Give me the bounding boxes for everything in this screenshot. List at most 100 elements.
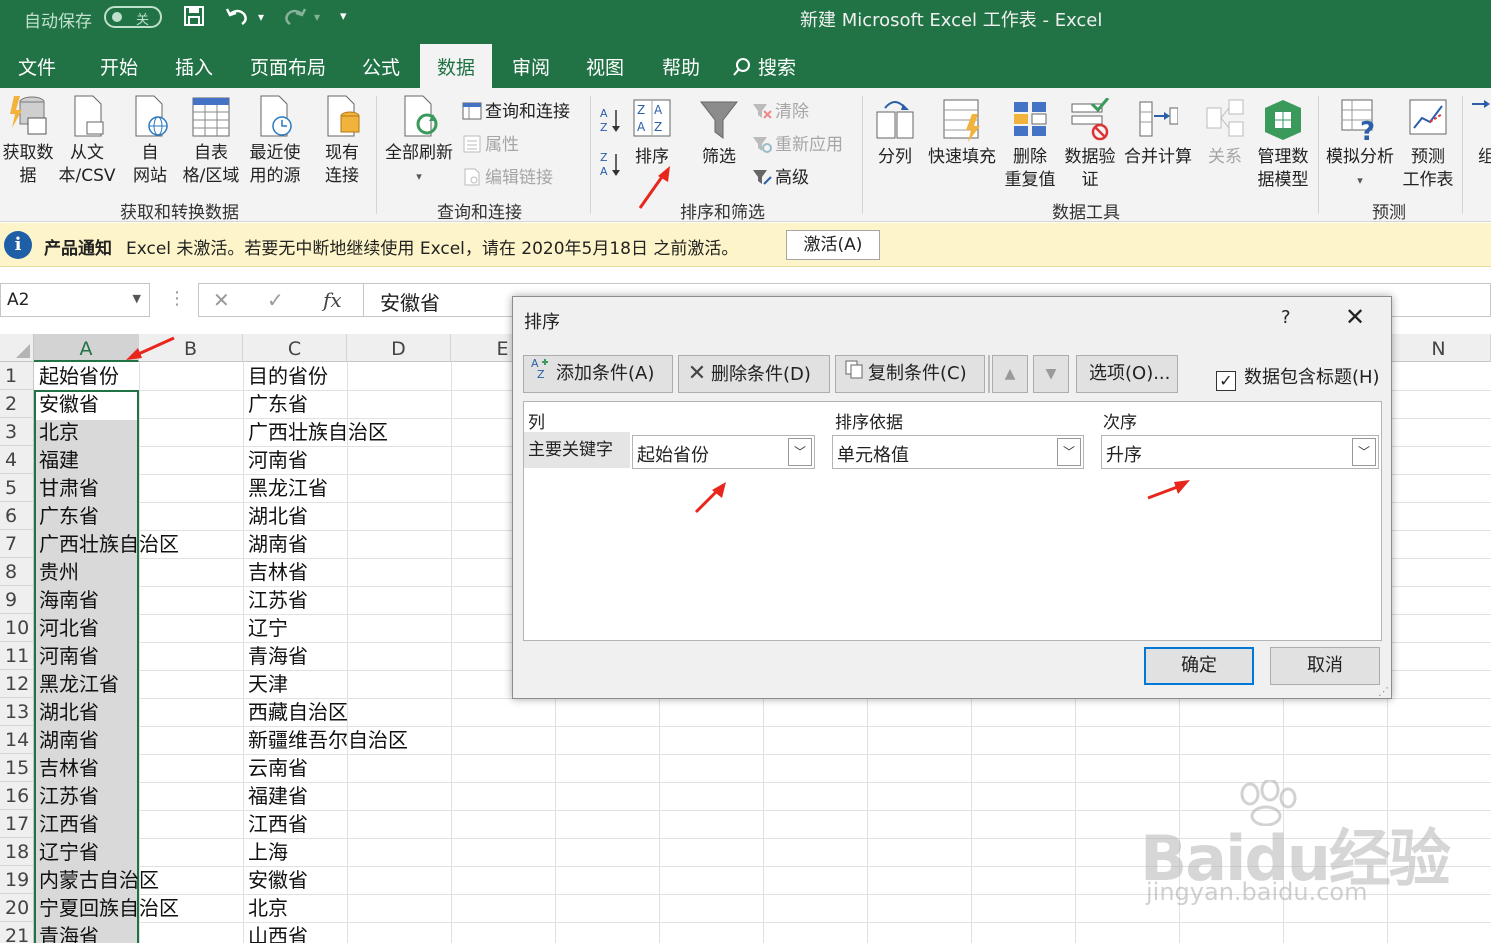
options-button[interactable]: 选项(O)...: [1076, 355, 1178, 393]
cell-c[interactable]: 安徽省: [243, 866, 308, 894]
text-to-columns-button[interactable]: 分列: [870, 98, 920, 169]
from-table-button[interactable]: 自表 格/区域: [178, 94, 244, 188]
move-down-button[interactable]: ▼: [1033, 355, 1069, 393]
cell-c[interactable]: 黑龙江省: [243, 474, 328, 502]
row-header[interactable]: 1: [0, 362, 34, 390]
cell-a[interactable]: 河南省: [34, 642, 99, 670]
copy-condition-button[interactable]: 复制条件(C): [835, 355, 985, 393]
tab-page-layout[interactable]: 页面布局: [250, 53, 326, 80]
resize-grip-icon[interactable]: ⋰: [1378, 685, 1389, 698]
cell-c[interactable]: 江苏省: [243, 586, 308, 614]
customize-quick-access-icon[interactable]: ▾: [340, 9, 347, 24]
relationships-button[interactable]: 关系: [1200, 98, 1250, 169]
row-header[interactable]: 21: [0, 922, 34, 943]
close-icon[interactable]: ✕: [1345, 303, 1365, 331]
delete-condition-button[interactable]: ✕ 删除条件(D): [678, 355, 830, 393]
redo-icon[interactable]: [280, 4, 308, 33]
sort-button[interactable]: ZAAZ 排序: [628, 98, 676, 169]
cell-a[interactable]: 内蒙古自治区: [34, 866, 159, 894]
row-header[interactable]: 7: [0, 530, 34, 558]
row-header[interactable]: 8: [0, 558, 34, 586]
ok-button[interactable]: 确定: [1144, 647, 1254, 685]
row-header[interactable]: 11: [0, 642, 34, 670]
name-box[interactable]: A2 ▼: [0, 283, 150, 317]
row-header[interactable]: 18: [0, 838, 34, 866]
row-header[interactable]: 9: [0, 586, 34, 614]
refresh-dropdown-icon[interactable]: ▾: [380, 165, 458, 188]
move-up-button[interactable]: ▲: [992, 355, 1028, 393]
row-header[interactable]: 15: [0, 754, 34, 782]
chevron-down-icon[interactable]: ﹀: [1352, 438, 1376, 466]
order-select[interactable]: 升序 ﹀: [1101, 435, 1379, 469]
name-box-dropdown-icon[interactable]: ▼: [133, 292, 141, 305]
cell-c[interactable]: 青海省: [243, 642, 308, 670]
tab-data[interactable]: 数据: [420, 44, 493, 88]
cell-a[interactable]: 湖南省: [34, 726, 99, 754]
cell-c[interactable]: 新疆维吾尔自治区: [243, 726, 408, 754]
enter-icon[interactable]: ✓: [267, 288, 284, 312]
cell-a[interactable]: 湖北省: [34, 698, 99, 726]
cell-a[interactable]: 吉林省: [34, 754, 99, 782]
cell-c[interactable]: 北京: [243, 894, 288, 922]
cell-a[interactable]: 广西壮族自治区: [34, 530, 179, 558]
flash-fill-button[interactable]: 快速填充: [922, 98, 1002, 169]
cell-c[interactable]: 天津: [243, 670, 288, 698]
cell-c[interactable]: 湖南省: [243, 530, 308, 558]
tab-insert[interactable]: 插入: [175, 53, 213, 80]
advanced-filter-button[interactable]: 高级: [752, 163, 809, 188]
cell-c[interactable]: 福建省: [243, 782, 308, 810]
cell-c[interactable]: 西藏自治区: [243, 698, 348, 726]
column-header-n[interactable]: N: [1387, 334, 1491, 362]
tab-review[interactable]: 审阅: [512, 53, 550, 80]
from-web-button[interactable]: 自 网站: [126, 94, 174, 188]
reapply-button[interactable]: 重新应用: [752, 130, 843, 155]
undo-icon[interactable]: [224, 4, 252, 33]
cell-a[interactable]: 青海省: [34, 922, 99, 943]
tab-view[interactable]: 视图: [586, 53, 624, 80]
header-checkbox-wrap[interactable]: ✓ 数据包含标题(H): [1216, 363, 1380, 391]
add-condition-button[interactable]: A Z 添加条件(A): [523, 355, 673, 393]
cell-a[interactable]: 宁夏回族自治区: [34, 894, 179, 922]
cell-c[interactable]: 广东省: [243, 390, 308, 418]
cell-c[interactable]: 吉林省: [243, 558, 308, 586]
row-header[interactable]: 13: [0, 698, 34, 726]
activate-button[interactable]: 激活(A): [786, 230, 880, 260]
tab-help[interactable]: 帮助: [662, 53, 700, 80]
cell-a[interactable]: 福建: [34, 446, 79, 474]
tab-search[interactable]: 搜索: [732, 53, 796, 80]
edit-links-button[interactable]: 编辑链接: [462, 163, 553, 188]
what-if-dropdown-icon[interactable]: ▾: [1322, 169, 1398, 192]
cancel-icon[interactable]: ✕: [213, 288, 230, 312]
cell-a[interactable]: 北京: [34, 418, 79, 446]
recent-sources-button[interactable]: 最近使 用的源: [244, 94, 306, 188]
sort-az-button[interactable]: AZ: [598, 106, 622, 137]
column-header-c[interactable]: C: [243, 334, 347, 362]
row-header[interactable]: 16: [0, 782, 34, 810]
cancel-button[interactable]: 取消: [1270, 647, 1380, 685]
get-data-button[interactable]: 获取数 据: [0, 94, 56, 188]
cell-c[interactable]: 目的省份: [243, 362, 328, 390]
insert-function-icon[interactable]: fx: [323, 288, 342, 312]
cell-a[interactable]: 江苏省: [34, 782, 99, 810]
refresh-all-button[interactable]: 全部刷新 ▾: [380, 94, 458, 188]
tab-formulas[interactable]: 公式: [362, 53, 400, 80]
clear-filter-button[interactable]: 清除: [752, 97, 809, 122]
cell-a[interactable]: 江西省: [34, 810, 99, 838]
row-header[interactable]: 4: [0, 446, 34, 474]
cell-a[interactable]: 海南省: [34, 586, 99, 614]
save-icon[interactable]: [182, 4, 206, 33]
tab-home[interactable]: 开始: [100, 53, 138, 80]
row-header[interactable]: 2: [0, 390, 34, 418]
cell-c[interactable]: 山西省: [243, 922, 308, 943]
properties-button[interactable]: 属性: [462, 130, 519, 155]
row-header[interactable]: 6: [0, 502, 34, 530]
cell-a[interactable]: 广东省: [34, 502, 99, 530]
chevron-down-icon[interactable]: ﹀: [1057, 438, 1081, 466]
existing-connections-button[interactable]: 现有 连接: [314, 94, 370, 188]
row-header[interactable]: 17: [0, 810, 34, 838]
forecast-sheet-button[interactable]: 预测 工作表: [1400, 98, 1456, 192]
row-header[interactable]: 20: [0, 894, 34, 922]
chevron-down-icon[interactable]: ﹀: [788, 438, 812, 466]
sort-column-select[interactable]: 起始省份 ﹀: [632, 435, 815, 469]
cell-a[interactable]: 安徽省: [34, 390, 99, 418]
